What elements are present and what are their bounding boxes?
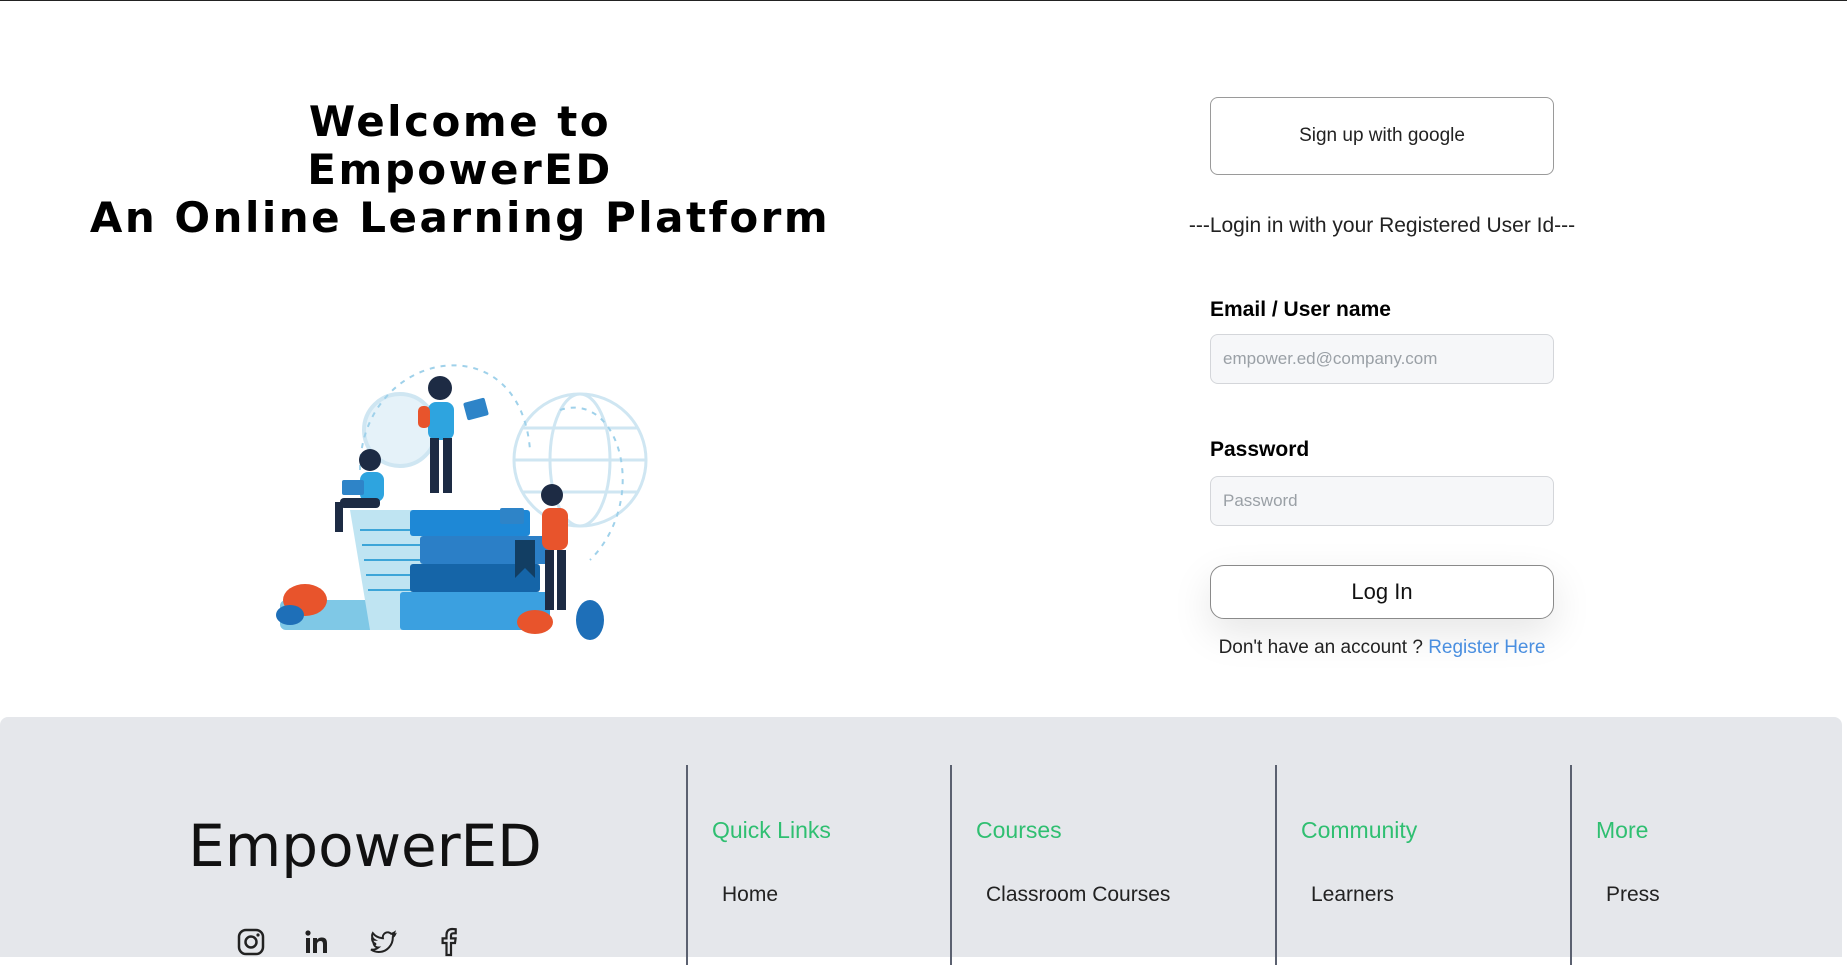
facebook-icon[interactable] [434,927,464,957]
social-links [236,927,464,957]
password-input[interactable] [1210,476,1554,526]
register-link[interactable]: Register Here [1428,637,1545,658]
footer-divider-2 [950,765,952,965]
linkedin-icon[interactable] [302,927,332,957]
hero-line-1: Welcome to [308,97,612,146]
password-label: Password [1210,438,1310,461]
footer-divider-4 [1570,765,1572,965]
login-divider-text: ---Login in with your Registered User Id… [1188,214,1576,237]
footer-brand: EmpowerED [188,812,542,880]
footer-column-community: Community Learners [1301,817,1418,906]
footer-column-title: Quick Links [712,817,831,843]
login-button[interactable]: Log In [1210,565,1554,619]
twitter-icon[interactable] [368,927,398,957]
footer-column-quick-links: Quick Links Home [712,817,831,906]
email-input[interactable] [1210,334,1554,384]
footer-link-learners[interactable]: Learners [1311,883,1394,907]
footer-column-title: Courses [976,817,1062,843]
footer-divider-1 [686,765,688,965]
hero-line-2: EmpowerED [307,145,613,194]
globe-graphic [512,392,648,528]
footer-column-title: Community [1301,817,1418,843]
footer: EmpowerED Quick Links Home Courses Class… [0,717,1842,965]
hero-line-3: An Online Learning Platform [89,193,831,242]
email-label: Email / User name [1210,298,1391,321]
person-standing-graphic [418,376,489,493]
hero-heading: Welcome to EmpowerED An Online Learning … [60,98,860,242]
top-border [0,0,1847,1]
google-signup-button[interactable]: Sign up with google [1210,97,1554,175]
register-prompt: Don't have an account ? Register Here [1180,637,1584,659]
learning-illustration [276,364,648,640]
footer-column-more: More Press [1596,817,1660,906]
footer-link-home[interactable]: Home [722,883,778,907]
footer-link-press[interactable]: Press [1606,883,1660,907]
instagram-icon[interactable] [236,927,266,957]
footer-column-title: More [1596,817,1649,843]
no-account-text: Don't have an account ? [1218,637,1423,658]
footer-column-courses: Courses Classroom Courses [976,817,1170,906]
footer-divider-3 [1275,765,1277,965]
footer-link-classroom-courses[interactable]: Classroom Courses [986,883,1170,907]
